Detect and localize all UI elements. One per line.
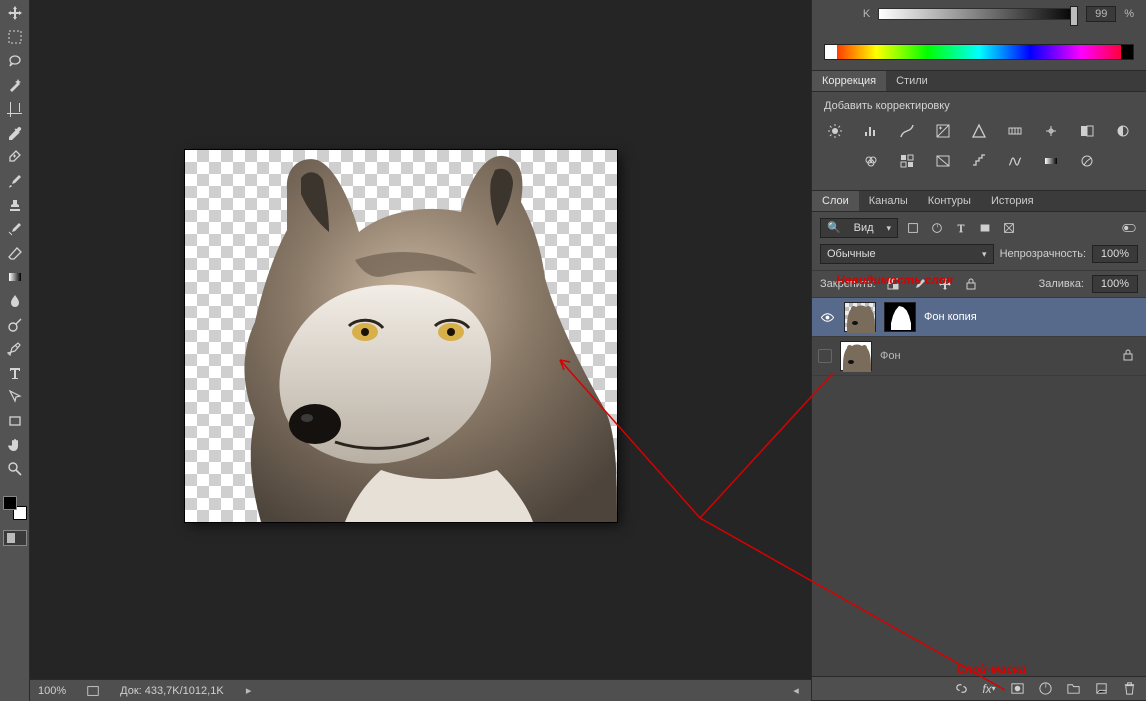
layer-name[interactable]: Фон копия <box>924 311 977 323</box>
heal-tool[interactable] <box>3 146 27 168</box>
tab-layers[interactable]: Слои <box>812 191 859 211</box>
levels-icon[interactable] <box>861 122 881 140</box>
tab-paths[interactable]: Контуры <box>918 191 981 211</box>
color-channel-slider[interactable] <box>878 8 1078 20</box>
canvas-area[interactable] <box>30 0 811 679</box>
new-group-icon[interactable] <box>1064 680 1082 698</box>
adjustments-heading: Добавить корректировку <box>824 100 1134 112</box>
color-balance-icon[interactable] <box>1041 122 1061 140</box>
exposure-icon[interactable] <box>933 122 953 140</box>
opacity-label: Непрозрачность: <box>1000 248 1086 260</box>
right-panels: K 99 % Коррекция Стили Добавить корректи… <box>811 0 1146 701</box>
tab-history[interactable]: История <box>981 191 1044 211</box>
dodge-tool[interactable] <box>3 314 27 336</box>
bw-icon[interactable] <box>1077 122 1097 140</box>
history-brush-tool[interactable] <box>3 218 27 240</box>
layer-filter-dropdown[interactable]: 🔍Вид▾ <box>820 218 898 238</box>
wand-tool[interactable] <box>3 74 27 96</box>
document-canvas[interactable] <box>185 150 617 522</box>
marquee-tool[interactable] <box>3 26 27 48</box>
eyedropper-tool[interactable] <box>3 122 27 144</box>
layer-name[interactable]: Фон <box>880 350 901 362</box>
doc-profile-icon[interactable] <box>84 682 102 700</box>
invert-icon[interactable] <box>933 152 953 170</box>
photo-filter-icon[interactable] <box>1113 122 1133 140</box>
type-tool[interactable] <box>3 362 27 384</box>
tools-toolbar <box>0 0 30 701</box>
color-panel: K 99 % <box>812 0 1146 71</box>
blur-tool[interactable] <box>3 290 27 312</box>
delete-layer-icon[interactable] <box>1120 680 1138 698</box>
adjustments-panel: Коррекция Стили Добавить корректировку <box>812 71 1146 191</box>
selective-color-icon[interactable] <box>1077 152 1097 170</box>
doc-info-chevron[interactable]: ▸ <box>242 684 256 698</box>
tab-channels[interactable]: Каналы <box>859 191 918 211</box>
fill-value[interactable]: 100% <box>1092 275 1138 293</box>
lock-indicator-icon <box>1122 349 1134 364</box>
canvas-content-wolf <box>185 150 617 522</box>
new-layer-icon[interactable] <box>1092 680 1110 698</box>
tab-adjustments[interactable]: Коррекция <box>812 71 886 91</box>
lasso-tool[interactable] <box>3 50 27 72</box>
layer-list: Фон копия Фон Невидимость слоя <box>812 298 1146 676</box>
pen-tool[interactable] <box>3 338 27 360</box>
adjustments-icon-grid <box>824 122 1134 170</box>
quick-mask-toggle[interactable] <box>3 530 27 546</box>
add-mask-icon[interactable] <box>1008 680 1026 698</box>
lock-all-icon[interactable] <box>962 275 980 293</box>
layers-panel: Слои Каналы Контуры История 🔍Вид▾ Обычн <box>812 191 1146 701</box>
layer-row[interactable]: Фон <box>812 337 1146 376</box>
visibility-toggle[interactable] <box>818 308 836 326</box>
move-tool[interactable] <box>3 2 27 24</box>
link-layers-icon[interactable] <box>952 680 970 698</box>
curves-icon[interactable] <box>897 122 917 140</box>
filter-smart-icon[interactable] <box>1000 219 1018 237</box>
foreground-background-colors[interactable] <box>3 496 27 520</box>
filter-adjust-icon[interactable] <box>928 219 946 237</box>
filter-shape-icon[interactable] <box>976 219 994 237</box>
posterize-icon[interactable] <box>969 152 989 170</box>
layer-mask-thumbnail[interactable] <box>884 302 916 332</box>
layer-fx-icon[interactable]: fx▾ <box>980 680 998 698</box>
brightness-icon[interactable] <box>825 122 845 140</box>
hscroll-left[interactable]: ◂ <box>789 684 803 698</box>
brush-tool[interactable] <box>3 170 27 192</box>
stamp-tool[interactable] <box>3 194 27 216</box>
color-spectrum[interactable] <box>824 44 1134 60</box>
tab-styles[interactable]: Стили <box>886 71 938 91</box>
gradient-map-icon[interactable] <box>1041 152 1061 170</box>
filter-pixel-icon[interactable] <box>904 219 922 237</box>
filter-type-icon[interactable] <box>952 219 970 237</box>
fill-label: Заливка: <box>1039 278 1084 290</box>
new-adjustment-layer-icon[interactable] <box>1036 680 1054 698</box>
zoom-tool[interactable] <box>3 458 27 480</box>
status-bar: 100% Док: 433,7K/1012,1K ▸ ◂ <box>30 679 811 701</box>
visibility-toggle[interactable] <box>818 349 832 363</box>
doc-size-info: Док: 433,7K/1012,1K <box>120 685 224 697</box>
hand-tool[interactable] <box>3 434 27 456</box>
hue-icon[interactable] <box>1005 122 1025 140</box>
annotation-layer-mask: Слой-маска <box>956 662 1026 676</box>
layer-row[interactable]: Фон копия <box>812 298 1146 337</box>
layers-footer: fx▾ <box>812 676 1146 700</box>
filter-toggle-switch[interactable] <box>1120 219 1138 237</box>
color-lookup-icon[interactable] <box>897 152 917 170</box>
layer-thumbnail[interactable] <box>844 302 876 332</box>
color-channel-value[interactable]: 99 <box>1086 6 1116 22</box>
crop-tool[interactable] <box>3 98 27 120</box>
vibrance-icon[interactable] <box>969 122 989 140</box>
layer-thumbnail[interactable] <box>840 341 872 371</box>
zoom-level[interactable]: 100% <box>38 685 66 697</box>
percent-suffix: % <box>1124 8 1134 20</box>
gradient-tool[interactable] <box>3 266 27 288</box>
threshold-icon[interactable] <box>1005 152 1025 170</box>
shape-tool[interactable] <box>3 410 27 432</box>
blend-mode-dropdown[interactable]: Обычные▾ <box>820 244 994 264</box>
color-channel-label: K <box>863 8 870 20</box>
path-select-tool[interactable] <box>3 386 27 408</box>
channel-mixer-icon[interactable] <box>861 152 881 170</box>
opacity-value[interactable]: 100% <box>1092 245 1138 263</box>
eraser-tool[interactable] <box>3 242 27 264</box>
